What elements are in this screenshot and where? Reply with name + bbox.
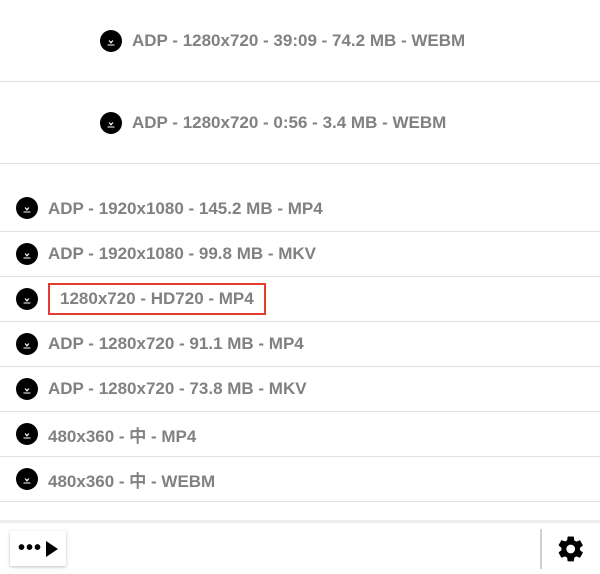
option-label: ADP - 1280x720 - 91.1 MB - MP4	[48, 334, 304, 354]
option-label: ADP - 1280x720 - 0:56 - 3.4 MB - WEBM	[132, 113, 446, 133]
option-label: ADP - 1920x1080 - 99.8 MB - MKV	[48, 244, 316, 264]
download-icon	[16, 288, 38, 310]
download-icon	[16, 197, 38, 219]
download-option[interactable]: ADP - 1280x720 - 39:09 - 74.2 MB - WEBM	[0, 0, 600, 82]
download-option[interactable]: ADP - 1280x720 - 0:56 - 3.4 MB - WEBM	[0, 82, 600, 164]
settings-button[interactable]	[556, 534, 586, 564]
download-icon	[100, 112, 122, 134]
more-icon: •••	[18, 537, 42, 560]
option-label: ADP - 1280x720 - 73.8 MB - MKV	[48, 379, 307, 399]
option-label: 480x360 - 中 - MP4	[48, 422, 196, 447]
download-icon	[16, 468, 38, 490]
gear-icon	[556, 534, 586, 564]
highlighted-option: 1280x720 - HD720 - MP4	[48, 283, 266, 315]
download-icon	[16, 243, 38, 265]
download-option[interactable]: 1280x720 - HD720 - MP4	[0, 277, 600, 322]
download-list: ADP - 1280x720 - 39:09 - 74.2 MB - WEBM A…	[0, 0, 600, 520]
play-icon	[46, 541, 58, 557]
app-root: ADP - 1280x720 - 39:09 - 74.2 MB - WEBM A…	[0, 0, 600, 574]
download-option[interactable]: ADP - 1280x720 - 73.8 MB - MKV	[0, 367, 600, 412]
footer-bar: •••	[0, 520, 600, 574]
option-label: ADP - 1280x720 - 39:09 - 74.2 MB - WEBM	[132, 31, 465, 51]
download-option[interactable]: ADP - 1920x1080 - 145.2 MB - MP4	[0, 164, 600, 232]
more-play-button[interactable]: •••	[10, 531, 66, 566]
download-option[interactable]: 480x360 - 中 - MP4	[0, 412, 600, 457]
download-option[interactable]: ADP - 1920x1080 - 99.8 MB - MKV	[0, 232, 600, 277]
footer-divider	[540, 529, 542, 569]
download-icon	[16, 333, 38, 355]
download-icon	[100, 30, 122, 52]
download-option[interactable]: ADP - 1280x720 - 91.1 MB - MP4	[0, 322, 600, 367]
download-option[interactable]: 480x360 - 中 - WEBM	[0, 457, 600, 502]
option-label: 480x360 - 中 - WEBM	[48, 467, 215, 492]
footer-right	[540, 529, 586, 569]
download-icon	[16, 423, 38, 445]
option-label: 1280x720 - HD720 - MP4	[60, 289, 254, 309]
option-label: ADP - 1920x1080 - 145.2 MB - MP4	[48, 199, 323, 219]
download-icon	[16, 378, 38, 400]
